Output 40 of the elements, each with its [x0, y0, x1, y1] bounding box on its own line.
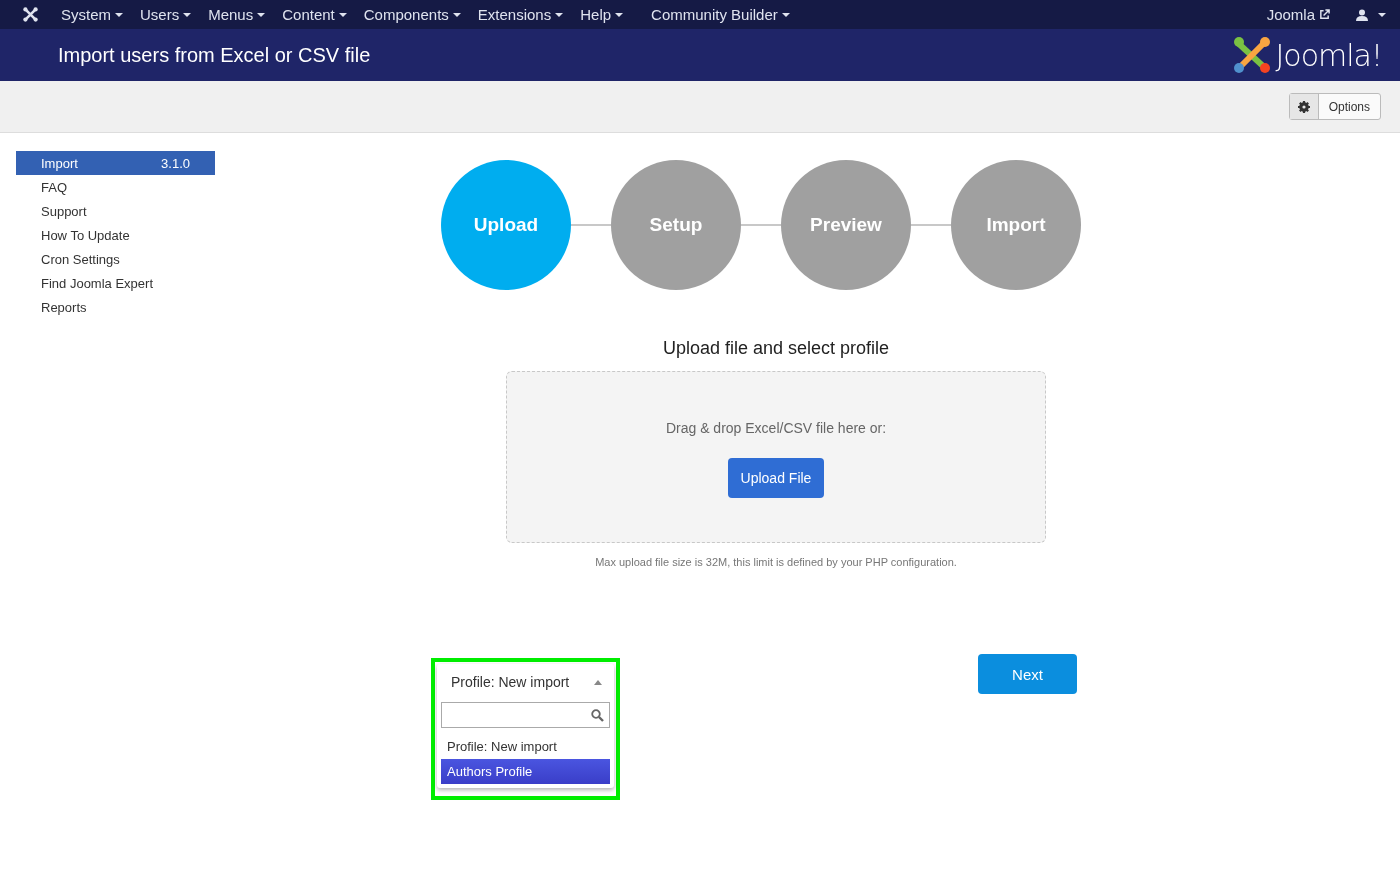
menu-item[interactable]: Components — [363, 6, 461, 23]
settings-icon — [1297, 100, 1310, 113]
menu-item[interactable]: Help — [580, 6, 624, 23]
sidebar-item[interactable]: Find Joomla Expert — [16, 271, 215, 295]
menu-item[interactable]: Community Builder — [651, 6, 790, 23]
options-button[interactable]: Options — [1288, 93, 1381, 120]
menu-item[interactable]: System — [61, 6, 123, 23]
sidebar-item[interactable]: Cron Settings — [16, 247, 215, 271]
site-link[interactable]: Joomla — [1266, 6, 1330, 23]
joomla-icon[interactable] — [22, 6, 39, 23]
search-icon — [591, 708, 604, 722]
profile-dropdown[interactable]: Profile: New import Profile: New import Authors Profile — [437, 664, 614, 788]
step-circle: Setup — [611, 160, 741, 290]
sidebar-item[interactable]: How To Update — [16, 223, 215, 247]
menu-item[interactable]: Menus — [208, 6, 266, 23]
step-circle: Import — [951, 160, 1081, 290]
dropdown-option[interactable]: Profile: New import — [441, 734, 610, 759]
drop-zone[interactable]: Drag & drop Excel/CSV file here or: Upload File — [506, 371, 1046, 543]
sidebar-item[interactable]: Import 3.1.0 — [16, 151, 215, 175]
user-menu[interactable] — [1356, 8, 1386, 21]
sidebar-item[interactable]: Support — [16, 199, 215, 223]
menu-item[interactable]: Users — [140, 6, 192, 23]
section-heading: Upload file and select profile — [662, 338, 890, 359]
menu-item[interactable]: Extensions — [477, 6, 564, 23]
upload-file-button[interactable]: Upload File — [727, 458, 825, 498]
sidebar-item[interactable]: Reports — [16, 295, 215, 319]
next-button[interactable]: Next — [978, 654, 1077, 694]
joomla-logo-icon — [1233, 36, 1272, 74]
external-link-icon — [1319, 9, 1330, 20]
search-field[interactable] — [441, 702, 610, 728]
dropdown-option[interactable]: Authors Profile — [441, 759, 610, 784]
profile-select[interactable]: Profile: New import — [437, 664, 614, 700]
menu-item[interactable]: Content — [282, 6, 347, 23]
page-title: Import users from Excel or CSV file — [58, 43, 371, 67]
upload-limit-note: Max upload file size is 32M, this limit is defined by your PHP configuration. — [595, 556, 957, 568]
step-circle: Upload — [441, 160, 571, 290]
logo-text: Joomla! — [1275, 37, 1382, 73]
drop-text: Drag & drop Excel/CSV file here or: — [665, 420, 887, 436]
sidebar-item[interactable]: FAQ — [16, 175, 215, 199]
step-circle: Preview — [781, 160, 911, 290]
